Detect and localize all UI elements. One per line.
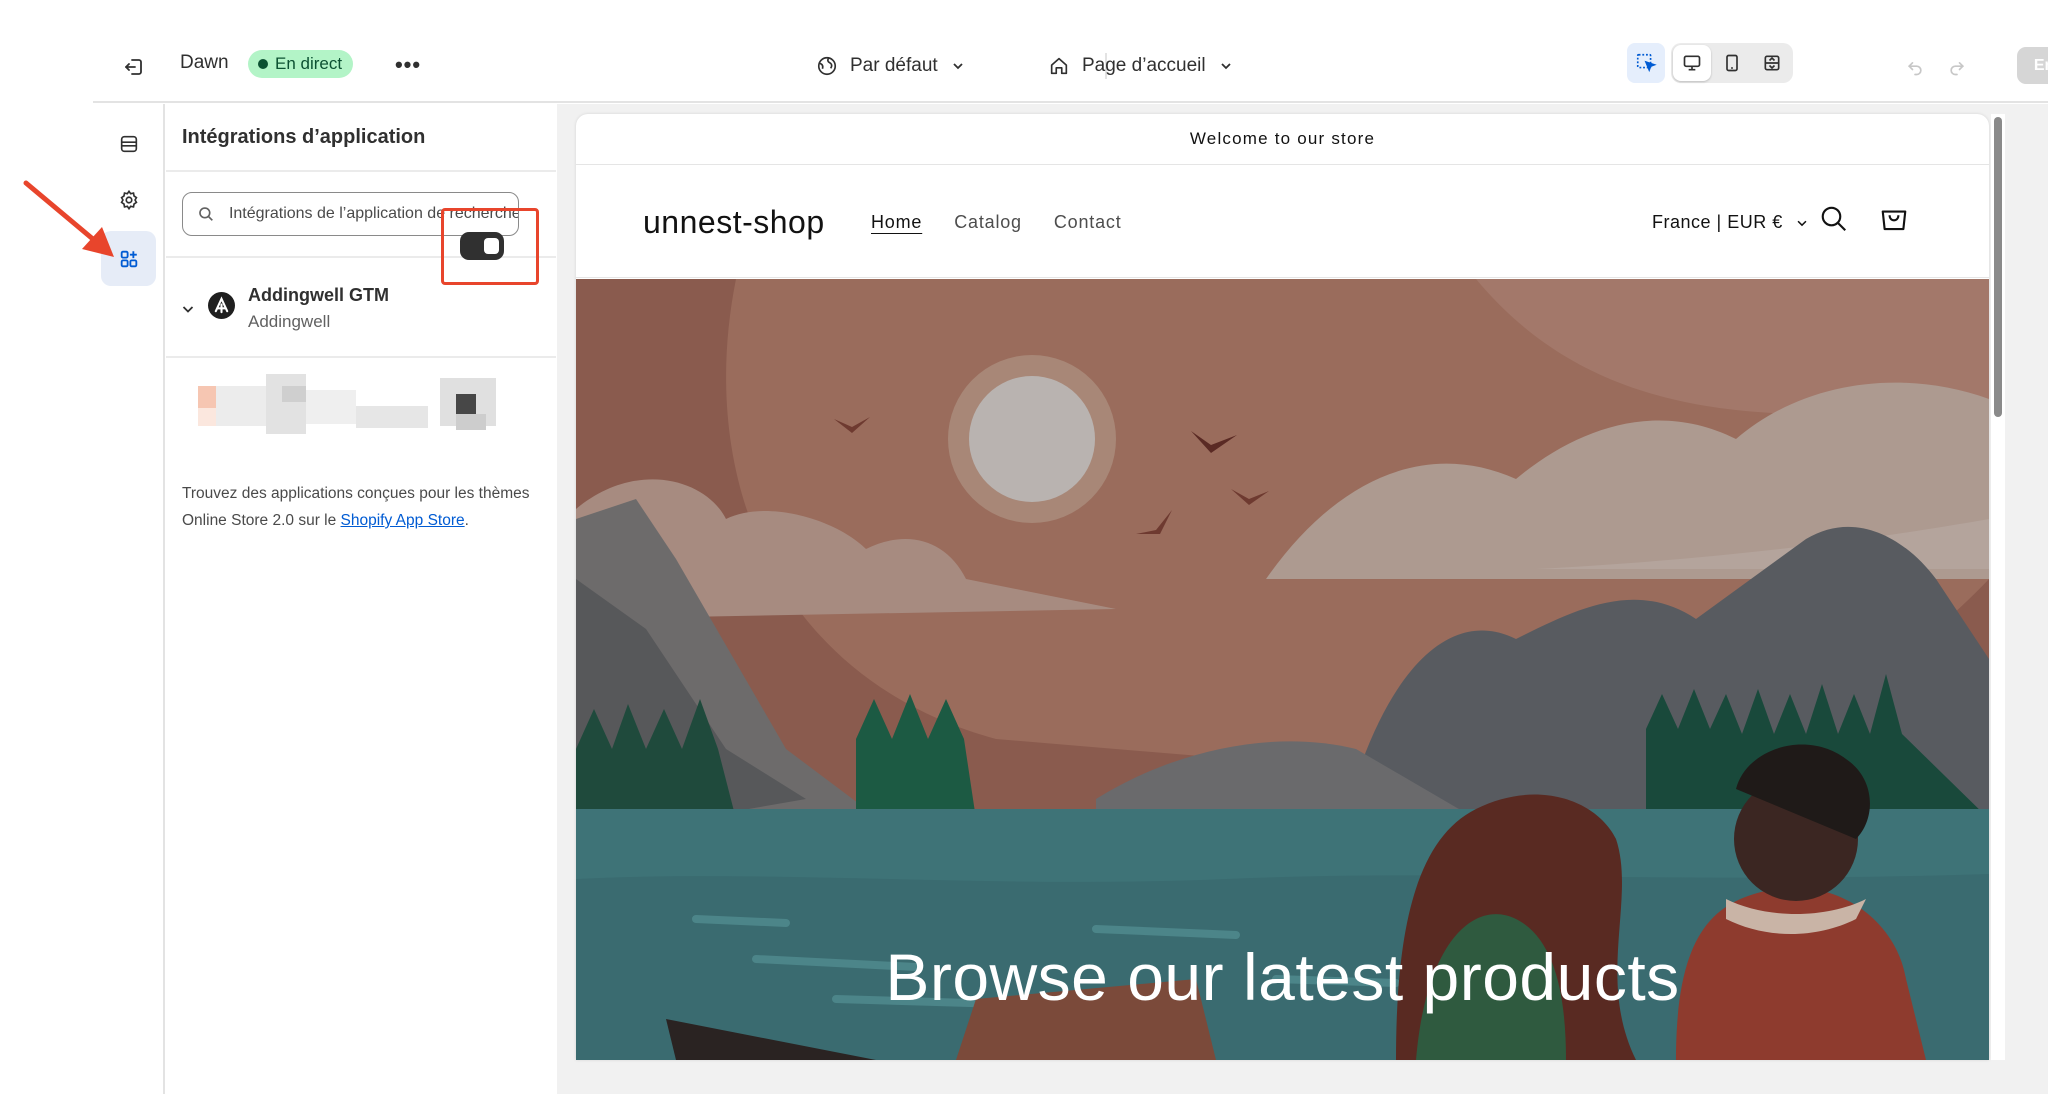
search-icon	[1821, 206, 1847, 232]
fullscreen-icon	[1764, 55, 1780, 71]
desktop-view-button[interactable]	[1673, 45, 1711, 81]
annotation-arrow-icon	[23, 180, 114, 257]
announcement-bar: Welcome to our store	[576, 114, 1989, 165]
device-toggle-group	[1671, 43, 1793, 83]
announcement-text: Welcome to our store	[1189, 129, 1376, 148]
status-badge: En direct	[248, 50, 354, 78]
store-logo[interactable]: unnest-shop	[643, 204, 825, 241]
page-label: Page d’accueil	[1082, 55, 1206, 76]
undo-button[interactable]	[1900, 52, 1930, 82]
nav-link-contact[interactable]: Contact	[1054, 212, 1122, 233]
store-header: unnest-shop Home Catalog Contact France …	[576, 166, 1989, 278]
store-cart-button[interactable]	[1879, 204, 1909, 239]
chevron-down-icon	[1797, 220, 1807, 226]
editor-topbar: Dawn En direct ••• Par défaut Page d’acc…	[93, 0, 2048, 103]
blur-pixel	[198, 386, 216, 408]
store-search-button[interactable]	[1819, 204, 1849, 239]
rail-item-sections[interactable]	[101, 116, 156, 171]
help-text: Trouvez des applications conçues pour le…	[182, 480, 532, 534]
preview-scrollbar[interactable]	[1994, 117, 2002, 417]
sections-icon	[120, 135, 137, 152]
addingwell-logo-icon	[208, 292, 235, 319]
save-button[interactable]: Enregistrer	[2017, 47, 2048, 84]
fullscreen-view-button[interactable]	[1753, 45, 1791, 81]
store-preview[interactable]: Welcome to our store unnest-shop Home Ca…	[576, 114, 1989, 1060]
exit-icon	[125, 59, 142, 75]
divider	[166, 170, 556, 172]
blur-pixel	[456, 394, 476, 414]
blurred-app-row	[166, 360, 556, 460]
hero-title: Browse our latest products	[885, 940, 1680, 1014]
blur-pixel	[198, 408, 216, 426]
globe-icon	[817, 56, 837, 76]
gear-icon	[119, 189, 138, 210]
chevron-down-icon	[1220, 63, 1231, 70]
blur-pixel	[356, 406, 428, 428]
nav-link-home[interactable]: Home	[871, 212, 922, 233]
app-embed-icon	[120, 250, 137, 267]
desktop-icon	[1683, 55, 1701, 71]
app-embed-toggle[interactable]	[460, 232, 504, 260]
chevron-down-icon	[182, 306, 194, 313]
inspector-button[interactable]	[1627, 43, 1665, 83]
mobile-icon	[1726, 54, 1738, 72]
panel-title: Intégrations d’application	[182, 126, 426, 148]
blur-pixel	[306, 390, 356, 424]
page-selector[interactable]: Page d’accueil	[1048, 50, 1234, 82]
cart-icon	[1881, 210, 1907, 231]
search-icon	[199, 207, 213, 221]
mobile-view-button[interactable]	[1713, 45, 1751, 81]
app-name: Addingwell GTM	[248, 285, 389, 305]
redo-button[interactable]	[1942, 52, 1972, 82]
more-actions-button[interactable]: •••	[391, 50, 425, 80]
blur-pixel	[282, 386, 306, 402]
blur-pixel	[266, 374, 306, 434]
redo-icon	[1950, 62, 1965, 76]
store-nav: Home Catalog Contact	[871, 212, 1122, 233]
status-badge-label: En direct	[275, 54, 343, 73]
help-text-end: .	[464, 512, 469, 529]
app-embeds-panel: Intégrations d’application Addingwell GT…	[166, 104, 556, 1094]
view-controls	[1627, 43, 1793, 83]
locale-label: France | EUR €	[1652, 212, 1783, 232]
undo-icon	[1907, 62, 1922, 76]
locale-selector[interactable]: France | EUR €	[1652, 212, 1809, 233]
more-icon: •••	[394, 52, 422, 77]
language-selector[interactable]: Par défaut	[816, 50, 966, 82]
hero-banner: Browse our latest products	[576, 279, 1989, 1060]
live-dot-icon	[258, 59, 268, 69]
blur-pixel	[456, 414, 486, 430]
expand-button[interactable]	[180, 301, 196, 322]
app-store-link[interactable]: Shopify App Store	[341, 512, 465, 529]
toggle-knob	[484, 238, 499, 254]
exit-button[interactable]	[117, 50, 151, 84]
divider	[166, 356, 556, 358]
language-label: Par défaut	[850, 55, 938, 76]
blur-pixel	[216, 386, 266, 426]
cursor-select-icon	[1636, 53, 1657, 73]
nav-link-catalog[interactable]: Catalog	[954, 212, 1022, 233]
chevron-down-icon	[953, 63, 963, 70]
home-icon	[1050, 57, 1068, 75]
app-vendor: Addingwell	[248, 312, 331, 331]
theme-name: Dawn	[180, 52, 229, 73]
